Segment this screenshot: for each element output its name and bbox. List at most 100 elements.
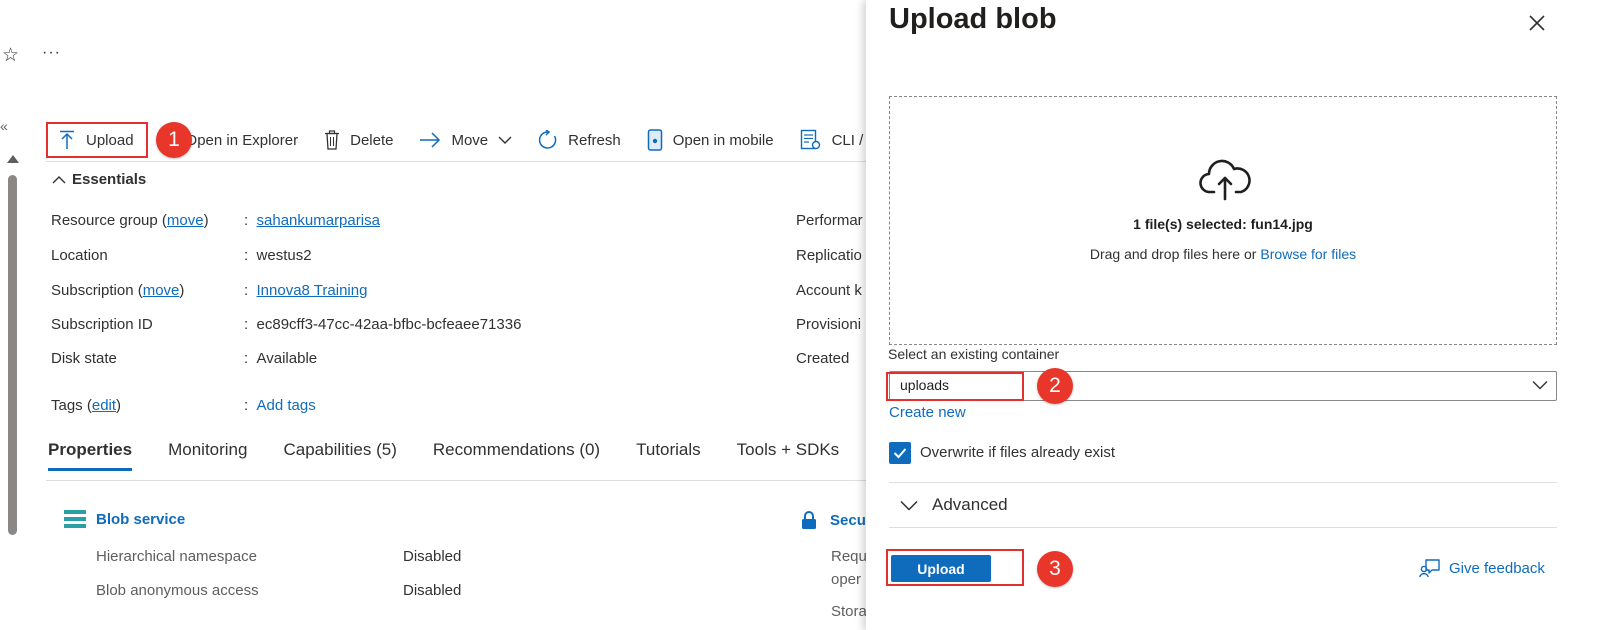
delete-label: Delete [350,131,394,149]
hierarchical-namespace-label: Hierarchical namespace [96,548,257,565]
blob-service-icon [64,510,86,528]
storage-overview-page: ☆ ··· « Upload Open in Explorer Delete M… [0,0,866,630]
subscription-id-value: : ec89cff3-47cc-42aa-bfbc-bcfeaee71336 [244,316,522,333]
cli-button[interactable]: CLI / [800,122,864,158]
toolbar-divider [46,161,866,162]
blob-service-link[interactable]: Blob service [64,510,185,528]
drag-drop-text: Drag and drop files here or Browse for fi… [1089,246,1357,262]
file-drop-zone[interactable]: 1 file(s) selected: fun14.jpg Drag and d… [889,96,1557,345]
mobile-phone-icon [647,129,662,151]
resource-group-link[interactable]: sahankumarparisa [257,212,380,229]
refresh-icon [539,130,557,149]
container-select-label: Select an existing container [888,346,1060,362]
subscription-id-label: Subscription ID [51,316,153,333]
move-button[interactable]: Move [419,122,512,158]
scroll-up-arrow[interactable] [7,155,19,163]
security-line-2: oper [831,571,862,588]
blob-anonymous-access-label: Blob anonymous access [96,582,259,599]
overwrite-label: Overwrite if files already exist [920,444,1116,461]
upload-toolbar-button[interactable]: Upload [46,122,148,158]
chevron-down-icon [498,136,512,144]
resource-group-value: : sahankumarparisa [244,212,380,229]
give-feedback-label: Give feedback [1449,559,1545,577]
disk-state-label: Disk state [51,350,117,367]
collapse-menu-icon[interactable]: « [0,118,8,134]
arrow-right-icon [420,132,441,148]
tab-capabilities[interactable]: Capabilities (5) [283,440,396,471]
account-kind-label: Account k [796,282,862,299]
tab-monitoring[interactable]: Monitoring [168,440,247,471]
step-badge-3: 3 [1037,551,1073,587]
security-link[interactable]: Secu [800,510,866,530]
disk-state-value: : Available [244,350,318,367]
cloud-upload-icon [1199,159,1251,201]
more-options-icon[interactable]: ··· [42,44,61,62]
feedback-icon [1419,559,1440,578]
subscription-label: Subscription (move) [51,282,185,299]
security-line-3: Stora [831,603,866,620]
tab-recommendations[interactable]: Recommendations (0) [433,440,600,471]
upload-label: Upload [86,131,134,149]
provisioning-label: Provisioni [796,316,862,333]
browse-files-link[interactable]: Browse for files [1260,246,1356,262]
give-feedback-link[interactable]: Give feedback [1419,558,1545,578]
panel-title: Upload blob [889,3,1057,35]
create-new-container-link[interactable]: Create new [889,404,966,421]
location-label: Location [51,247,108,264]
advanced-toggle[interactable]: Advanced [900,495,1008,515]
subscription-move-link[interactable]: move [143,282,180,299]
chevron-down-icon [900,500,918,511]
selected-files-text: 1 file(s) selected: fun14.jpg [1133,216,1313,232]
open-in-explorer-label: Open in Explorer [185,131,299,149]
upload-blob-panel: Upload blob 1 file(s) selected: fun14.jp… [866,0,1599,630]
tab-properties[interactable]: Properties [48,440,133,471]
tags-label: Tags (edit) [51,397,122,414]
tab-tutorials[interactable]: Tutorials [636,440,701,471]
tags-edit-link[interactable]: edit [92,397,116,414]
checkmark-icon [893,448,907,459]
resource-group-move-link[interactable]: move [167,212,204,229]
advanced-bottom-divider [889,527,1557,528]
hierarchical-namespace-value: Disabled [403,548,462,565]
container-highlight-box [886,372,1024,401]
refresh-label: Refresh [568,131,621,149]
delete-button[interactable]: Delete [324,122,393,158]
trash-icon [325,130,340,150]
close-icon[interactable] [1526,12,1548,34]
security-line-1: Requ [831,548,866,565]
lock-icon [802,511,816,529]
overview-tabs: Properties Monitoring Capabilities (5) R… [48,440,866,471]
essentials-toggle[interactable]: Essentials [52,171,146,188]
advanced-label: Advanced [932,495,1008,514]
scrollbar-thumb[interactable] [8,175,17,535]
cli-label: CLI / [831,131,864,149]
subscription-link[interactable]: Innova8 Training [257,282,368,299]
performance-label: Performar [796,212,863,229]
overwrite-checkbox[interactable] [889,442,911,464]
resource-group-label: Resource group (move) [51,212,209,229]
tab-tools-sdks[interactable]: Tools + SDKs [737,440,840,471]
tags-value: : Add tags [244,397,316,414]
blob-service-title: Blob service [96,510,186,528]
favorite-star-icon[interactable]: ☆ [2,44,19,67]
move-label: Move [451,131,489,149]
tabs-divider [46,480,866,481]
chevron-up-icon [52,175,66,183]
advanced-top-divider [889,482,1557,483]
upload-icon [60,130,74,149]
subscription-value: : Innova8 Training [244,282,368,299]
essentials-header: Essentials [72,171,147,188]
security-title: Secu [830,511,866,529]
chevron-down-icon[interactable] [1532,380,1548,390]
location-value: : westus2 [244,247,312,264]
add-tags-link[interactable]: Add tags [257,397,316,414]
step-badge-2: 2 [1037,368,1073,404]
blob-anonymous-access-link[interactable]: Disabled [403,582,461,599]
open-in-mobile-button[interactable]: Open in mobile [647,122,774,158]
created-label: Created [796,350,850,367]
step-badge-1: 1 [156,122,192,158]
open-in-explorer-button[interactable]: Open in Explorer [186,122,299,158]
upload-highlight-box [886,549,1024,586]
open-in-mobile-label: Open in mobile [672,131,774,149]
refresh-button[interactable]: Refresh [538,122,621,158]
